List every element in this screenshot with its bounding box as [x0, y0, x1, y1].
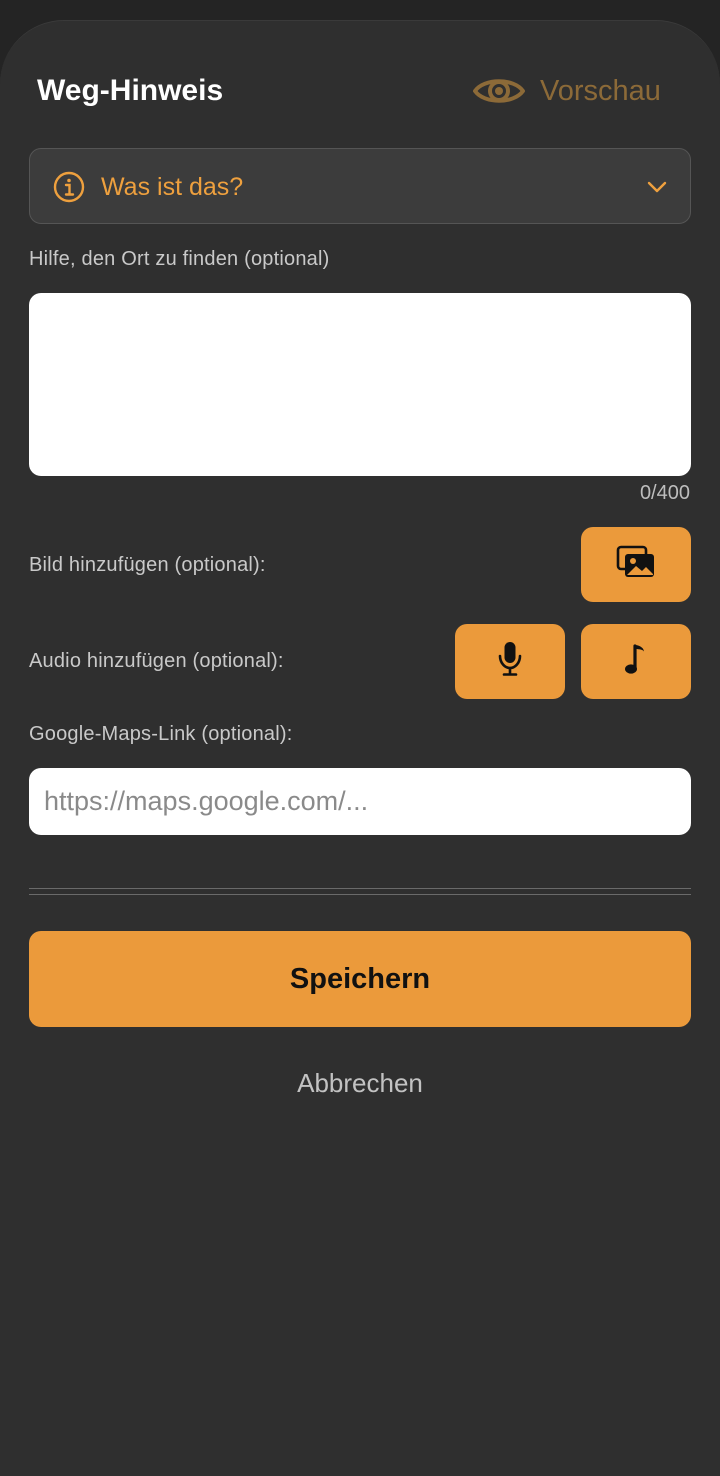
bottom-sheet: Weg-Hinweis Vorschau Was ist das? Hilfe,	[0, 20, 720, 1476]
audio-section-label: Audio hinzufügen (optional):	[29, 650, 284, 672]
add-image-button[interactable]	[581, 527, 691, 602]
music-note-icon	[624, 642, 648, 681]
hint-field-label: Hilfe, den Ort zu finden (optional)	[29, 248, 330, 270]
photo-gallery-icon	[616, 545, 656, 584]
save-button[interactable]: Speichern	[29, 931, 691, 1027]
sheet-title: Weg-Hinweis	[37, 74, 224, 107]
image-section-label: Bild hinzufügen (optional):	[29, 554, 266, 576]
add-music-button[interactable]	[581, 624, 691, 699]
maps-link-placeholder: https://maps.google.com/...	[44, 786, 369, 816]
preview-label: Vorschau	[540, 74, 661, 107]
chevron-down-icon	[646, 177, 668, 197]
maps-section-label: Google-Maps-Link (optional):	[29, 723, 293, 745]
info-dropdown-label: Was ist das?	[101, 173, 244, 201]
info-circle-icon	[53, 171, 85, 203]
hint-textarea[interactable]	[29, 293, 691, 476]
record-audio-button[interactable]	[455, 624, 565, 699]
maps-link-input[interactable]: https://maps.google.com/...	[29, 768, 691, 835]
preview-button[interactable]: Vorschau	[472, 69, 661, 113]
cancel-button[interactable]: Abbrechen	[0, 1065, 720, 1101]
character-counter: 0/400	[639, 482, 690, 504]
info-dropdown[interactable]: Was ist das?	[29, 148, 691, 224]
section-divider	[29, 888, 691, 895]
eye-icon	[472, 73, 526, 109]
microphone-icon	[497, 641, 523, 682]
